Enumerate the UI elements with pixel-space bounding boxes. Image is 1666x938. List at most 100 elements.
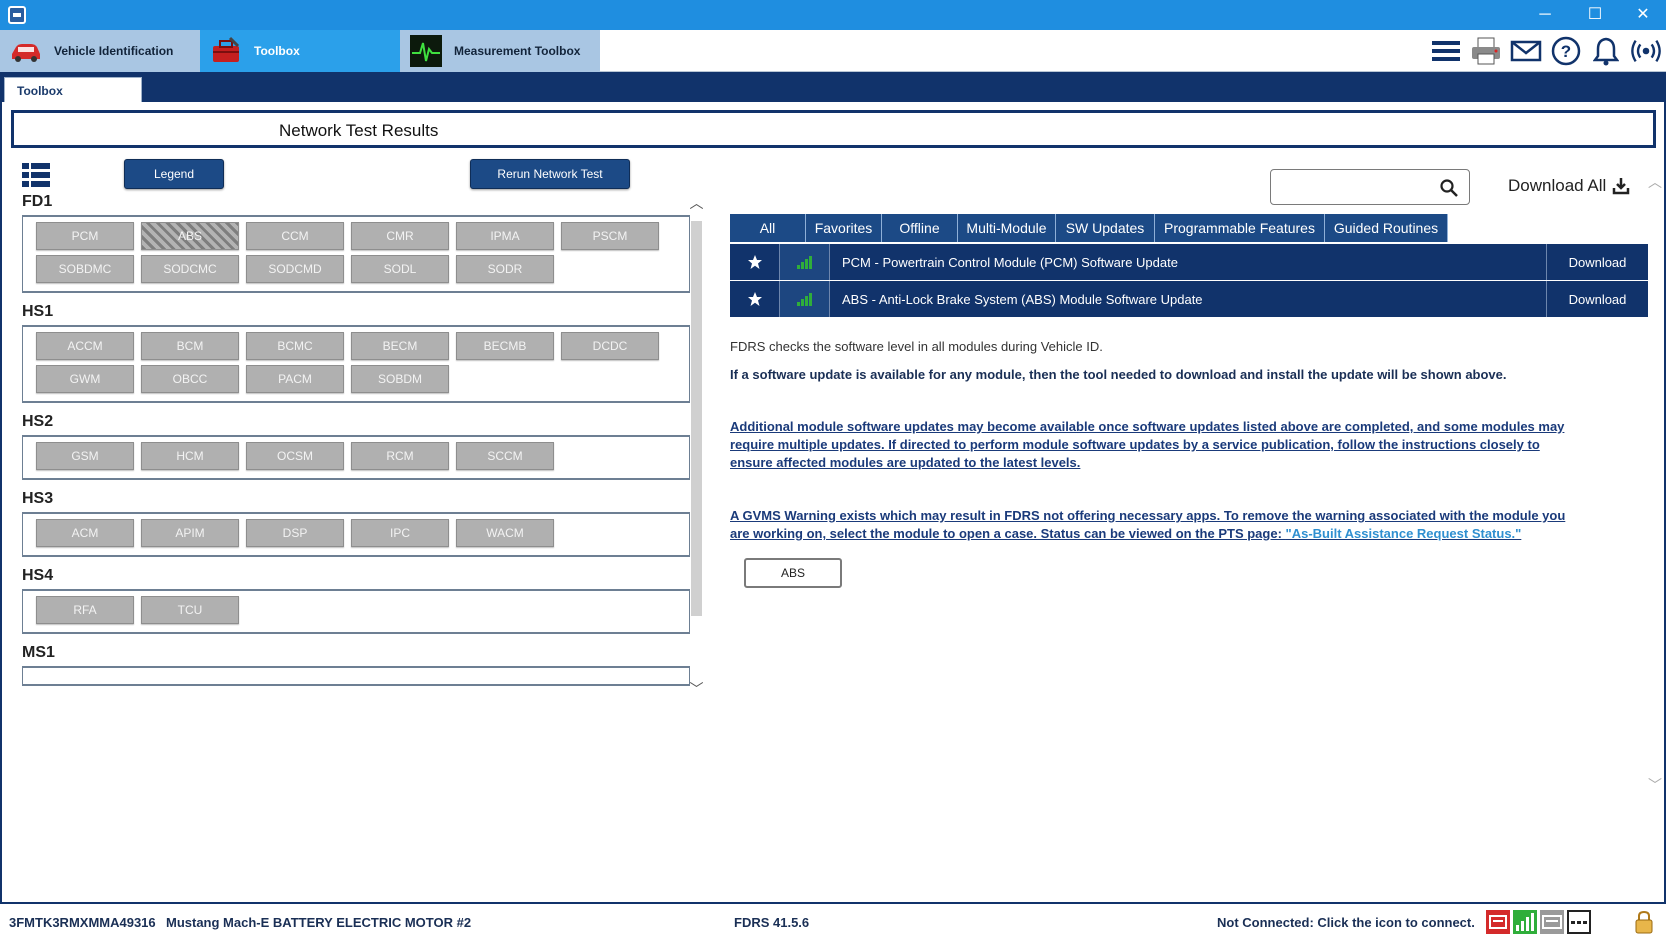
update-row-pcm[interactable]: PCM - Powertrain Control Module (PCM) So…	[730, 244, 1648, 280]
module-button-gsm[interactable]: GSM	[36, 442, 134, 470]
tab-toolbox-label: Toolbox	[254, 44, 300, 58]
network-label-hs1: HS1	[22, 303, 54, 320]
module-button-pacm[interactable]: PACM	[246, 365, 344, 393]
module-button-becmb[interactable]: BECMB	[456, 332, 554, 360]
module-button-dsp[interactable]: DSP	[246, 519, 344, 547]
network-label-hs4: HS4	[22, 567, 54, 584]
network-group-hs4: RFA TCU	[22, 589, 690, 634]
filter-tab-multi-module[interactable]: Multi-Module	[958, 214, 1056, 242]
notification-bell-icon[interactable]	[1590, 35, 1622, 67]
network-group-fd1: PCM ABS CCM CMR IPMA PSCM SOBDMC SODCMC SODCMD SO…	[22, 215, 690, 293]
scroll-thumb[interactable]	[691, 221, 702, 616]
search-input[interactable]	[1270, 169, 1470, 205]
module-button-rcm[interactable]: RCM	[351, 442, 449, 470]
module-button-gwm[interactable]: GWM	[36, 365, 134, 393]
filter-tab-all[interactable]: All	[730, 214, 806, 242]
module-button-abs[interactable]: ABS	[141, 222, 239, 250]
network-label-fd1: FD1	[22, 193, 53, 210]
additional-updates-link[interactable]: Additional module software updates may b…	[730, 418, 1564, 472]
close-button[interactable]: ✕	[1628, 3, 1658, 27]
right-scroll-up-icon[interactable]: ︿	[1648, 172, 1662, 192]
module-button-ccm[interactable]: CCM	[246, 222, 344, 250]
module-button-hcm[interactable]: HCM	[141, 442, 239, 470]
module-button-cmr[interactable]: CMR	[351, 222, 449, 250]
mail-icon[interactable]	[1510, 35, 1542, 67]
oscilloscope-icon	[408, 34, 444, 68]
signal-status-icon[interactable]	[1513, 910, 1537, 934]
rerun-network-test-button[interactable]: Rerun Network Test	[470, 159, 630, 189]
gvms-warning-line-2: are working on, select the module to ope…	[730, 526, 1286, 541]
scroll-down-arrow-icon[interactable]: ﹀	[689, 679, 704, 699]
module-button-acm[interactable]: ACM	[36, 519, 134, 547]
vci-connect-icon[interactable]	[1486, 910, 1510, 934]
vehicle-description: Mustang Mach-E BATTERY ELECTRIC MOTOR #2	[166, 915, 472, 930]
menu-icon[interactable]	[1430, 35, 1462, 67]
filter-tab-offline[interactable]: Offline	[882, 214, 958, 242]
download-all-label: Download All	[1508, 176, 1607, 195]
module-button-ipma[interactable]: IPMA	[456, 222, 554, 250]
module-button-sodcmc[interactable]: SODCMC	[141, 255, 239, 283]
module-button-sobdm[interactable]: SOBDM	[351, 365, 449, 393]
module-button-accm[interactable]: ACCM	[36, 332, 134, 360]
tab-vehicle-identification-label: Vehicle Identification	[54, 44, 174, 58]
module-button-wacm[interactable]: WACM	[456, 519, 554, 547]
update-row-abs[interactable]: ABS - Anti-Lock Brake System (ABS) Modul…	[730, 281, 1648, 317]
module-button-pscm[interactable]: PSCM	[561, 222, 659, 250]
download-all-button[interactable]: Download All	[1508, 176, 1630, 196]
download-button[interactable]: Download	[1547, 244, 1648, 280]
search-icon[interactable]	[1439, 178, 1459, 198]
wireless-connection-icon[interactable]	[1630, 35, 1662, 67]
device-status-icon[interactable]	[1540, 910, 1564, 934]
favorite-star-icon[interactable]	[730, 281, 780, 317]
signal-strength-icon	[780, 281, 830, 317]
as-built-assistance-link[interactable]: "As-Built Assistance Request Status."	[1286, 526, 1522, 541]
module-button-pcm[interactable]: PCM	[36, 222, 134, 250]
maximize-button[interactable]: ☐	[1580, 3, 1610, 27]
module-button-apim[interactable]: APIM	[141, 519, 239, 547]
gvms-abs-module-button[interactable]: ABS	[744, 558, 842, 588]
right-scroll-down-icon[interactable]: ﹀	[1648, 775, 1662, 795]
module-button-dcdc[interactable]: DCDC	[561, 332, 659, 360]
network-group-hs2: GSM HCM OCSM RCM SCCM	[22, 435, 690, 480]
module-button-ocsm[interactable]: OCSM	[246, 442, 344, 470]
status-bar: 3FMTK3RMXMMA49316 Mustang Mach-E BATTERY…	[0, 902, 1666, 938]
module-button-bcm[interactable]: BCM	[141, 332, 239, 360]
filter-tab-programmable-features[interactable]: Programmable Features	[1155, 214, 1325, 242]
tab-measurement-toolbox[interactable]: Measurement Toolbox	[400, 30, 600, 72]
legend-button[interactable]: Legend	[124, 159, 224, 189]
module-button-bcmc[interactable]: BCMC	[246, 332, 344, 360]
filter-tab-sw-updates[interactable]: SW Updates	[1056, 214, 1155, 242]
module-button-sodcmd[interactable]: SODCMD	[246, 255, 344, 283]
minimize-button[interactable]: ─	[1530, 3, 1560, 27]
car-icon	[8, 34, 44, 68]
download-button[interactable]: Download	[1547, 281, 1648, 317]
module-button-ipc[interactable]: IPC	[351, 519, 449, 547]
app-tab-bar: Vehicle Identification Toolbox Measureme…	[0, 30, 1666, 72]
favorite-star-icon[interactable]	[730, 244, 780, 280]
module-button-obcc[interactable]: OBCC	[141, 365, 239, 393]
filter-tab-favorites[interactable]: Favorites	[806, 214, 882, 242]
module-button-sodr[interactable]: SODR	[456, 255, 554, 283]
download-icon	[1613, 178, 1630, 195]
module-button-sodl[interactable]: SODL	[351, 255, 449, 283]
module-button-sobdmc[interactable]: SOBDMC	[36, 255, 134, 283]
tab-toolbox[interactable]: Toolbox	[200, 30, 400, 72]
module-button-becm[interactable]: BECM	[351, 332, 449, 360]
subtab-toolbox[interactable]: Toolbox	[4, 77, 142, 102]
network-group-ms1	[22, 666, 690, 686]
scroll-up-arrow-icon[interactable]: ︿	[689, 193, 704, 213]
update-title: PCM - Powertrain Control Module (PCM) So…	[830, 244, 1547, 280]
network-panel-scrollbar[interactable]: ︿ ﹀	[689, 193, 704, 711]
tab-vehicle-identification[interactable]: Vehicle Identification	[0, 30, 200, 72]
module-button-tcu[interactable]: TCU	[141, 596, 239, 624]
module-button-rfa[interactable]: RFA	[36, 596, 134, 624]
vin-label: 3FMTK3RMXMMA49316	[9, 915, 156, 930]
filter-tab-guided-routines[interactable]: Guided Routines	[1325, 214, 1448, 242]
keyboard-status-icon[interactable]	[1567, 910, 1591, 934]
lock-icon[interactable]	[1632, 910, 1656, 934]
module-button-sccm[interactable]: SCCM	[456, 442, 554, 470]
list-view-icon[interactable]	[22, 163, 50, 187]
network-modules-panel: FD1 PCM ABS CCM CMR IPMA PSCM SOBDMC SODCMC SODCM…	[20, 193, 690, 711]
printer-icon[interactable]	[1470, 35, 1502, 67]
help-icon[interactable]: ?	[1550, 35, 1582, 67]
